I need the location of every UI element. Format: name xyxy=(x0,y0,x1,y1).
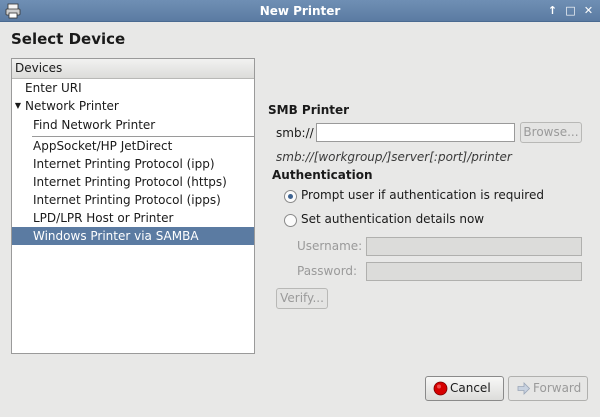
cancel-icon xyxy=(433,381,448,396)
keep-above-icon[interactable]: ↑ xyxy=(545,3,560,18)
smb-section-title: SMB Printer xyxy=(268,103,350,117)
forward-button-label: Forward xyxy=(533,381,582,395)
password-label: Password: xyxy=(297,264,358,278)
list-item-label: LPD/LPR Host or Printer xyxy=(33,211,174,225)
list-item-label: Find Network Printer xyxy=(33,118,156,132)
prompt-auth-label[interactable]: Prompt user if authentication is require… xyxy=(301,188,544,202)
smb-format-hint: smb://[workgroup/]server[:port]/printer xyxy=(276,150,512,164)
cancel-button-label: Cancel xyxy=(450,381,491,395)
list-item-label: Windows Printer via SAMBA xyxy=(33,229,199,243)
list-item-lpd[interactable]: LPD/LPR Host or Printer xyxy=(12,209,254,227)
list-item-samba[interactable]: Windows Printer via SAMBA xyxy=(12,227,254,245)
username-label: Username: xyxy=(297,239,363,253)
expander-down-icon[interactable]: ▼ xyxy=(12,97,24,115)
list-item-label: Internet Printing Protocol (ipps) xyxy=(33,193,221,207)
close-icon[interactable]: ✕ xyxy=(581,3,596,18)
cancel-button[interactable]: Cancel xyxy=(425,376,504,401)
prompt-auth-radio[interactable] xyxy=(284,190,297,203)
forward-button[interactable]: Forward xyxy=(508,376,588,401)
window-titlebar[interactable]: New Printer ↑ □ ✕ xyxy=(0,0,600,22)
list-item-label: Network Printer xyxy=(25,99,119,113)
verify-button[interactable]: Verify... xyxy=(276,288,328,309)
list-item-https[interactable]: Internet Printing Protocol (https) xyxy=(12,173,254,191)
list-item-ipps[interactable]: Internet Printing Protocol (ipps) xyxy=(12,191,254,209)
list-item-label: AppSocket/HP JetDirect xyxy=(33,139,173,153)
window-title: New Printer xyxy=(259,4,341,18)
set-auth-label[interactable]: Set authentication details now xyxy=(301,212,484,226)
password-field[interactable] xyxy=(366,262,582,281)
maximize-icon[interactable]: □ xyxy=(563,3,578,18)
set-auth-radio[interactable] xyxy=(284,214,297,227)
page-title: Select Device xyxy=(11,30,126,48)
device-list[interactable]: Devices Enter URI ▼ Network Printer Find… xyxy=(11,58,255,354)
list-item-label: Internet Printing Protocol (ipp) xyxy=(33,157,215,171)
list-item-network-printer[interactable]: ▼ Network Printer xyxy=(12,97,254,115)
forward-arrow-icon xyxy=(517,382,531,395)
list-item-ipp[interactable]: Internet Printing Protocol (ipp) xyxy=(12,155,254,173)
smb-prefix-label: smb:// xyxy=(276,126,314,140)
auth-section-title: Authentication xyxy=(272,168,373,182)
list-item-find-network-printer[interactable]: Find Network Printer xyxy=(12,116,254,134)
smb-uri-input[interactable] xyxy=(316,123,515,142)
list-header-devices[interactable]: Devices xyxy=(12,59,254,79)
list-item-label: Internet Printing Protocol (https) xyxy=(33,175,227,189)
browse-button[interactable]: Browse... xyxy=(520,122,582,143)
list-item-label: Enter URI xyxy=(25,81,82,95)
username-field[interactable] xyxy=(366,237,582,256)
list-item-enter-uri[interactable]: Enter URI xyxy=(12,79,254,97)
list-item-appsocket[interactable]: AppSocket/HP JetDirect xyxy=(12,137,254,155)
